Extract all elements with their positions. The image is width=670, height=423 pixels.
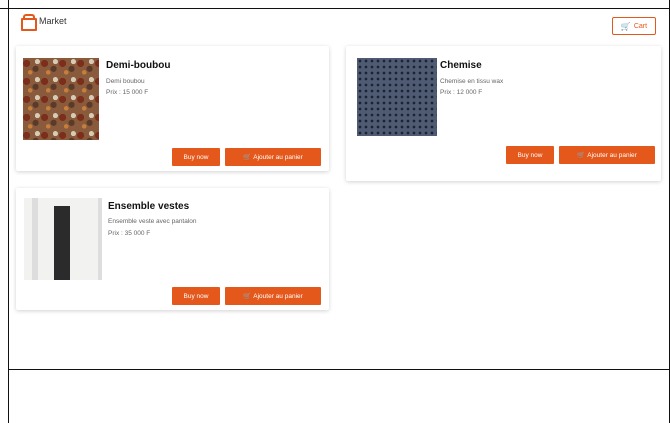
- add-to-cart-label: Ajouter au panier: [587, 151, 637, 159]
- add-to-cart-label: Ajouter au panier: [253, 153, 303, 161]
- product-actions: Buy now 🛒 Ajouter au panier: [172, 148, 321, 166]
- bottom-border-line: [8, 369, 670, 370]
- add-to-cart-button[interactable]: 🛒 Ajouter au panier: [225, 148, 321, 166]
- brand-name[interactable]: Market: [39, 16, 67, 26]
- buy-now-label: Buy now: [183, 292, 209, 300]
- add-to-cart-button[interactable]: 🛒 Ajouter au panier: [559, 146, 655, 164]
- app-header: Market: [20, 14, 67, 31]
- buy-now-button[interactable]: Buy now: [172, 287, 220, 305]
- product-name: Chemise: [440, 60, 482, 71]
- cart-icon: 🛒: [577, 152, 586, 159]
- buy-now-label: Buy now: [183, 153, 209, 161]
- product-actions: Buy now 🛒 Ajouter au panier: [506, 146, 655, 164]
- add-to-cart-label: Ajouter au panier: [253, 292, 303, 300]
- product-price: Prix : 15 000 F: [106, 89, 149, 96]
- product-name: Ensemble vestes: [108, 201, 190, 212]
- product-image[interactable]: [23, 58, 99, 140]
- buy-now-button[interactable]: Buy now: [506, 146, 554, 164]
- product-description: Ensemble veste avec pantalon: [108, 218, 197, 225]
- product-description: Demi boubou: [106, 78, 145, 85]
- cart-icon: 🛒: [243, 293, 252, 300]
- product-description: Chemise en tissu wax: [440, 78, 504, 85]
- product-card: Ensemble vestes Ensemble veste avec pant…: [16, 188, 329, 310]
- product-image[interactable]: [357, 58, 437, 136]
- product-name: Demi-boubou: [106, 60, 171, 71]
- cart-icon: 🛒: [620, 21, 631, 31]
- product-price: Prix : 12 000 F: [440, 89, 483, 96]
- cart-button[interactable]: 🛒 Cart: [612, 17, 656, 35]
- product-image[interactable]: [24, 198, 102, 280]
- product-card: Chemise Chemise en tissu wax Prix : 12 0…: [346, 46, 661, 181]
- shop-bag-icon[interactable]: [20, 14, 37, 31]
- buy-now-button[interactable]: Buy now: [172, 148, 220, 166]
- product-price: Prix : 35 000 F: [108, 230, 151, 237]
- product-actions: Buy now 🛒 Ajouter au panier: [172, 287, 321, 305]
- cart-label: Cart: [633, 22, 648, 30]
- cart-icon: 🛒: [243, 154, 252, 161]
- product-card: Demi-boubou Demi boubou Prix : 15 000 F …: [16, 46, 329, 171]
- buy-now-label: Buy now: [517, 151, 543, 159]
- add-to-cart-button[interactable]: 🛒 Ajouter au panier: [225, 287, 321, 305]
